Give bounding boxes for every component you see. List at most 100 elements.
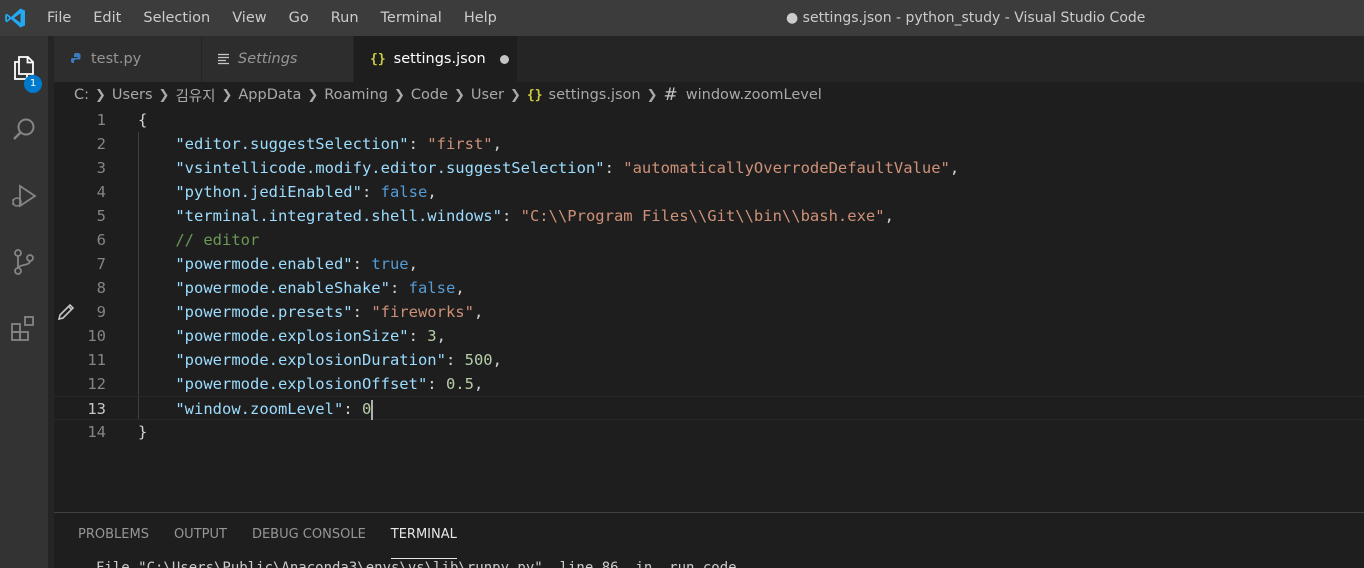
chevron-right-icon: ❯ <box>158 87 170 103</box>
code-token: , <box>473 375 484 393</box>
breadcrumb-item[interactable]: 김유지 <box>175 85 215 106</box>
search-button[interactable] <box>0 106 48 154</box>
code-line[interactable]: 14} <box>54 420 1364 444</box>
code-line[interactable]: 2 "editor.suggestSelection": "first", <box>54 132 1364 156</box>
menu-file[interactable]: File <box>36 0 82 36</box>
code-text: // editor <box>138 228 259 252</box>
breadcrumb-item[interactable]: Users <box>112 87 153 103</box>
code-line[interactable]: 3 "vsintellicode.modify.editor.suggestSe… <box>54 156 1364 180</box>
text-cursor <box>371 399 374 420</box>
breadcrumb-item[interactable]: Roaming <box>324 87 388 103</box>
source-control-button[interactable] <box>0 238 48 286</box>
menu-go[interactable]: Go <box>278 0 320 36</box>
tab-terminal[interactable]: TERMINAL <box>390 513 457 559</box>
terminal-output-line[interactable]: File "C:\Users\Public\Anaconda3\envs\vs\… <box>96 560 737 568</box>
code-line[interactable]: 7 "powermode.enabled": true, <box>54 252 1364 276</box>
code-text: "vsintellicode.modify.editor.suggestSele… <box>138 156 959 180</box>
code-token: "editor.suggestSelection" <box>175 135 409 153</box>
menu-edit[interactable]: Edit <box>82 0 132 36</box>
breadcrumb-item[interactable]: Code <box>411 87 448 103</box>
code-token: "C:\\Program Files\\Git\\bin\\bash.exe" <box>520 207 885 225</box>
menu-selection[interactable]: Selection <box>132 0 221 36</box>
code-text: "powermode.explosionDuration": 500, <box>138 348 502 372</box>
breadcrumb-item[interactable]: User <box>471 87 504 103</box>
code-token: : <box>501 207 521 225</box>
tab-test-py[interactable]: test.py <box>54 36 202 82</box>
code-text: "powermode.presets": "fireworks", <box>138 300 483 324</box>
code-line[interactable]: 5 "terminal.integrated.shell.windows": "… <box>54 204 1364 228</box>
code-line[interactable]: 8 "powermode.enableShake": false, <box>54 276 1364 300</box>
code-line[interactable]: 13 "window.zoomLevel": 0 <box>54 396 1364 420</box>
chevron-right-icon: ❯ <box>509 87 521 103</box>
line-number: 9 <box>96 303 106 321</box>
explorer-button[interactable]: 1 <box>0 44 48 93</box>
line-number: 12 <box>87 375 106 393</box>
tab-label: Settings <box>238 51 298 67</box>
tab-output[interactable]: OUTPUT <box>174 513 227 559</box>
code-token: { <box>138 111 148 129</box>
line-number: 13 <box>87 400 106 418</box>
tab-problems[interactable]: PROBLEMS <box>78 513 149 559</box>
code-token: 0.5 <box>445 375 474 393</box>
code-text: "terminal.integrated.shell.windows": "C:… <box>138 204 894 228</box>
code-token: : <box>427 375 446 393</box>
code-token: "terminal.integrated.shell.windows" <box>175 207 502 225</box>
title-bar: File Edit Selection View Go Run Terminal… <box>0 0 1364 36</box>
code-token: , <box>408 255 418 273</box>
vscode-logo-icon <box>5 8 25 28</box>
menu-view[interactable]: View <box>221 0 277 36</box>
code-token: , <box>949 159 960 177</box>
code-token: : <box>445 351 465 369</box>
unsaved-dot-icon[interactable] <box>499 54 509 64</box>
code-token: , <box>455 279 465 297</box>
code-line[interactable]: 9 "powermode.presets": "fireworks", <box>54 300 1364 324</box>
extensions-icon <box>11 316 34 341</box>
breadcrumb-item[interactable]: window.zoomLevel <box>686 87 822 103</box>
json-braces-icon: {} <box>526 87 543 103</box>
tab-settings-json[interactable]: {} settings.json <box>354 36 518 82</box>
code-line[interactable]: 6 // editor <box>54 228 1364 252</box>
code-token: , <box>427 183 437 201</box>
line-number: 1 <box>96 111 106 129</box>
tab-settings-ui[interactable]: Settings <box>202 36 354 82</box>
code-token: "first" <box>427 135 493 153</box>
code-text: { <box>138 108 147 132</box>
code-text: "window.zoomLevel": 0 <box>138 397 374 421</box>
code-token: "powermode.enableShake" <box>175 279 390 297</box>
tab-debug-console[interactable]: DEBUG CONSOLE <box>252 513 366 559</box>
tab-label: settings.json <box>393 51 486 67</box>
breadcrumb-item[interactable]: C: <box>74 87 89 103</box>
code-line[interactable]: 10 "powermode.explosionSize": 3, <box>54 324 1364 348</box>
breadcrumb-item[interactable]: settings.json <box>549 87 641 103</box>
code-token: false <box>408 279 456 297</box>
code-token: true <box>371 255 409 273</box>
extensions-button[interactable] <box>0 304 48 352</box>
chevron-right-icon: ❯ <box>221 87 233 103</box>
menu-bar: File Edit Selection View Go Run Terminal… <box>36 0 508 36</box>
chevron-right-icon: ❯ <box>646 87 658 103</box>
code-line[interactable]: 4 "python.jediEnabled": false, <box>54 180 1364 204</box>
chevron-right-icon: ❯ <box>307 87 319 103</box>
breadcrumb-item[interactable]: AppData <box>238 87 301 103</box>
run-debug-button[interactable] <box>0 172 48 220</box>
code-line[interactable]: 1{ <box>54 108 1364 132</box>
line-number: 2 <box>96 135 106 153</box>
menu-help[interactable]: Help <box>453 0 508 36</box>
menu-run[interactable]: Run <box>320 0 370 36</box>
code-line[interactable]: 12 "powermode.explosionOffset": 0.5, <box>54 372 1364 396</box>
code-token: : <box>343 400 362 418</box>
menu-terminal[interactable]: Terminal <box>370 0 453 36</box>
code-token: : <box>352 303 372 321</box>
line-number: 14 <box>87 423 106 441</box>
code-text: } <box>138 420 147 444</box>
code-editor[interactable]: 1{2 "editor.suggestSelection": "first", 3… <box>54 108 1364 512</box>
code-line[interactable]: 11 "powermode.explosionDuration": 500, <box>54 348 1364 372</box>
